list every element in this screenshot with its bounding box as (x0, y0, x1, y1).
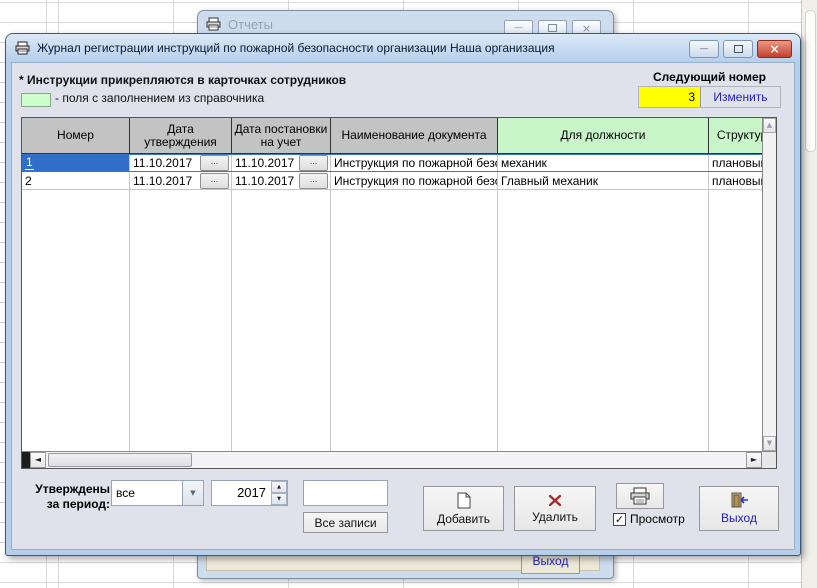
add-button[interactable]: Добавить (423, 486, 504, 531)
preview-option: ✓ Просмотр (613, 512, 685, 526)
print-button[interactable] (616, 483, 664, 509)
exit-door-icon (729, 492, 749, 508)
dialog-minimize-button[interactable]: — (689, 40, 719, 58)
scroll-up-button[interactable]: ▲ (763, 118, 776, 133)
printer-icon (629, 487, 651, 505)
dialog-close-button[interactable]: × (757, 40, 792, 58)
scroll-down-button[interactable]: ▼ (763, 436, 776, 451)
scroll-left-button[interactable]: ◄ (30, 452, 46, 468)
spin-up-button[interactable]: ▲ (271, 481, 287, 493)
next-number-group: 3 Изменить (638, 86, 781, 108)
cell-approval-date[interactable]: 11.10.2017 ... (130, 172, 232, 190)
reports-exit-label: Выход (533, 554, 569, 568)
date-picker-button[interactable]: ... (200, 155, 229, 171)
preview-checkbox[interactable]: ✓ (613, 513, 626, 526)
date-picker-button[interactable]: ... (200, 173, 229, 189)
column-header-number[interactable]: Номер (22, 118, 130, 154)
dialog-title: Журнал регистрации инструкций по пожарно… (37, 41, 555, 55)
cell-document-name[interactable]: Инструкция по пожарной безопа (331, 154, 498, 172)
grid-line (231, 190, 232, 451)
table-horizontal-scrollbar[interactable]: ◄ ► (22, 451, 776, 468)
grid-line (497, 190, 498, 451)
all-records-button[interactable]: Все записи (303, 512, 388, 533)
next-number-label: Следующий номер (638, 70, 781, 84)
close-icon: × (582, 24, 591, 33)
legend-text: - поля с заполнением из справочника (55, 91, 264, 105)
maximize-icon (734, 45, 743, 53)
minimize-icon: — (514, 24, 523, 33)
red-x-icon (548, 494, 562, 507)
next-number-field[interactable]: 3 (639, 87, 701, 107)
change-number-button[interactable]: Изменить (701, 87, 780, 107)
delete-label: Удалить (532, 510, 578, 524)
delete-button[interactable]: Удалить (514, 486, 596, 531)
exit-label: Выход (721, 511, 757, 525)
cell-number[interactable]: 2 (22, 172, 130, 190)
table-row[interactable]: 1 11.10.2017 ... 11.10.2017 ... Инструкц… (22, 154, 776, 172)
cell-number[interactable]: 1 (22, 154, 130, 172)
column-header-position[interactable]: Для должности (498, 118, 709, 154)
instructions-note: * Инструкции прикрепляются в карточках с… (19, 73, 346, 87)
grid-line (330, 190, 331, 451)
grid-line (129, 190, 130, 451)
printer-icon (206, 17, 222, 31)
dialog-maximize-button[interactable] (723, 40, 753, 58)
period-value: все (112, 481, 182, 505)
cell-approval-date[interactable]: 11.10.2017 ... (130, 154, 232, 172)
printer-icon (15, 41, 31, 55)
exit-button[interactable]: Выход (699, 486, 779, 531)
dialog-client-area: * Инструкции прикрепляются в карточках с… (11, 62, 795, 550)
chevron-down-icon[interactable]: ▼ (182, 481, 203, 505)
add-label: Добавить (437, 512, 490, 526)
screen: Отчеты — × Выход Журнал регистрации инст… (0, 0, 817, 588)
column-header-approval-date[interactable]: Дата утверждения (130, 118, 232, 154)
spin-down-button[interactable]: ▼ (271, 493, 287, 505)
scrollbar-marker (22, 452, 30, 468)
dialog-titlebar[interactable]: Журнал регистрации инструкций по пожарно… (6, 34, 800, 62)
cell-registration-date[interactable]: 11.10.2017 ... (232, 154, 331, 172)
journal-dialog: Журнал регистрации инструкций по пожарно… (5, 33, 801, 556)
search-input[interactable] (303, 480, 388, 506)
maximize-icon (548, 24, 557, 32)
app-vertical-scrollbar[interactable] (801, 0, 817, 588)
lookup-color-swatch (21, 93, 51, 107)
column-header-registration-date[interactable]: Дата постановки на учет (232, 118, 331, 154)
table-header-row: Номер Дата утверждения Дата постановки н… (22, 118, 776, 154)
column-header-document-name[interactable]: Наименование документа (331, 118, 498, 154)
period-select[interactable]: все ▼ (111, 480, 204, 506)
instructions-table: Номер Дата утверждения Дата постановки н… (21, 117, 777, 469)
year-value: 2017 (212, 481, 271, 505)
scrollbar-thumb[interactable] (805, 10, 816, 152)
table-row[interactable]: 2 11.10.2017 ... 11.10.2017 ... Инструкц… (22, 172, 776, 190)
scrollbar-thumb[interactable] (48, 453, 192, 467)
cell-registration-date[interactable]: 11.10.2017 ... (232, 172, 331, 190)
new-document-icon (457, 492, 471, 509)
minimize-icon: — (700, 44, 709, 54)
year-stepper[interactable]: 2017 ▲ ▼ (211, 480, 288, 506)
close-icon: × (769, 43, 779, 55)
scrollbar-corner (761, 452, 776, 468)
table-vertical-scrollbar[interactable]: ▲ ▼ (762, 118, 776, 451)
date-picker-button[interactable]: ... (299, 173, 328, 189)
grid-line (708, 190, 709, 451)
preview-label: Просмотр (630, 512, 685, 526)
cell-position[interactable]: механик (498, 154, 709, 172)
reports-title: Отчеты (228, 17, 273, 32)
date-picker-button[interactable]: ... (299, 155, 328, 171)
scroll-right-button[interactable]: ► (746, 452, 762, 468)
approved-period-label: Утверждены за период: (26, 482, 110, 512)
cell-document-name[interactable]: Инструкция по пожарной безопа (331, 172, 498, 190)
cell-position[interactable]: Главный механик (498, 172, 709, 190)
